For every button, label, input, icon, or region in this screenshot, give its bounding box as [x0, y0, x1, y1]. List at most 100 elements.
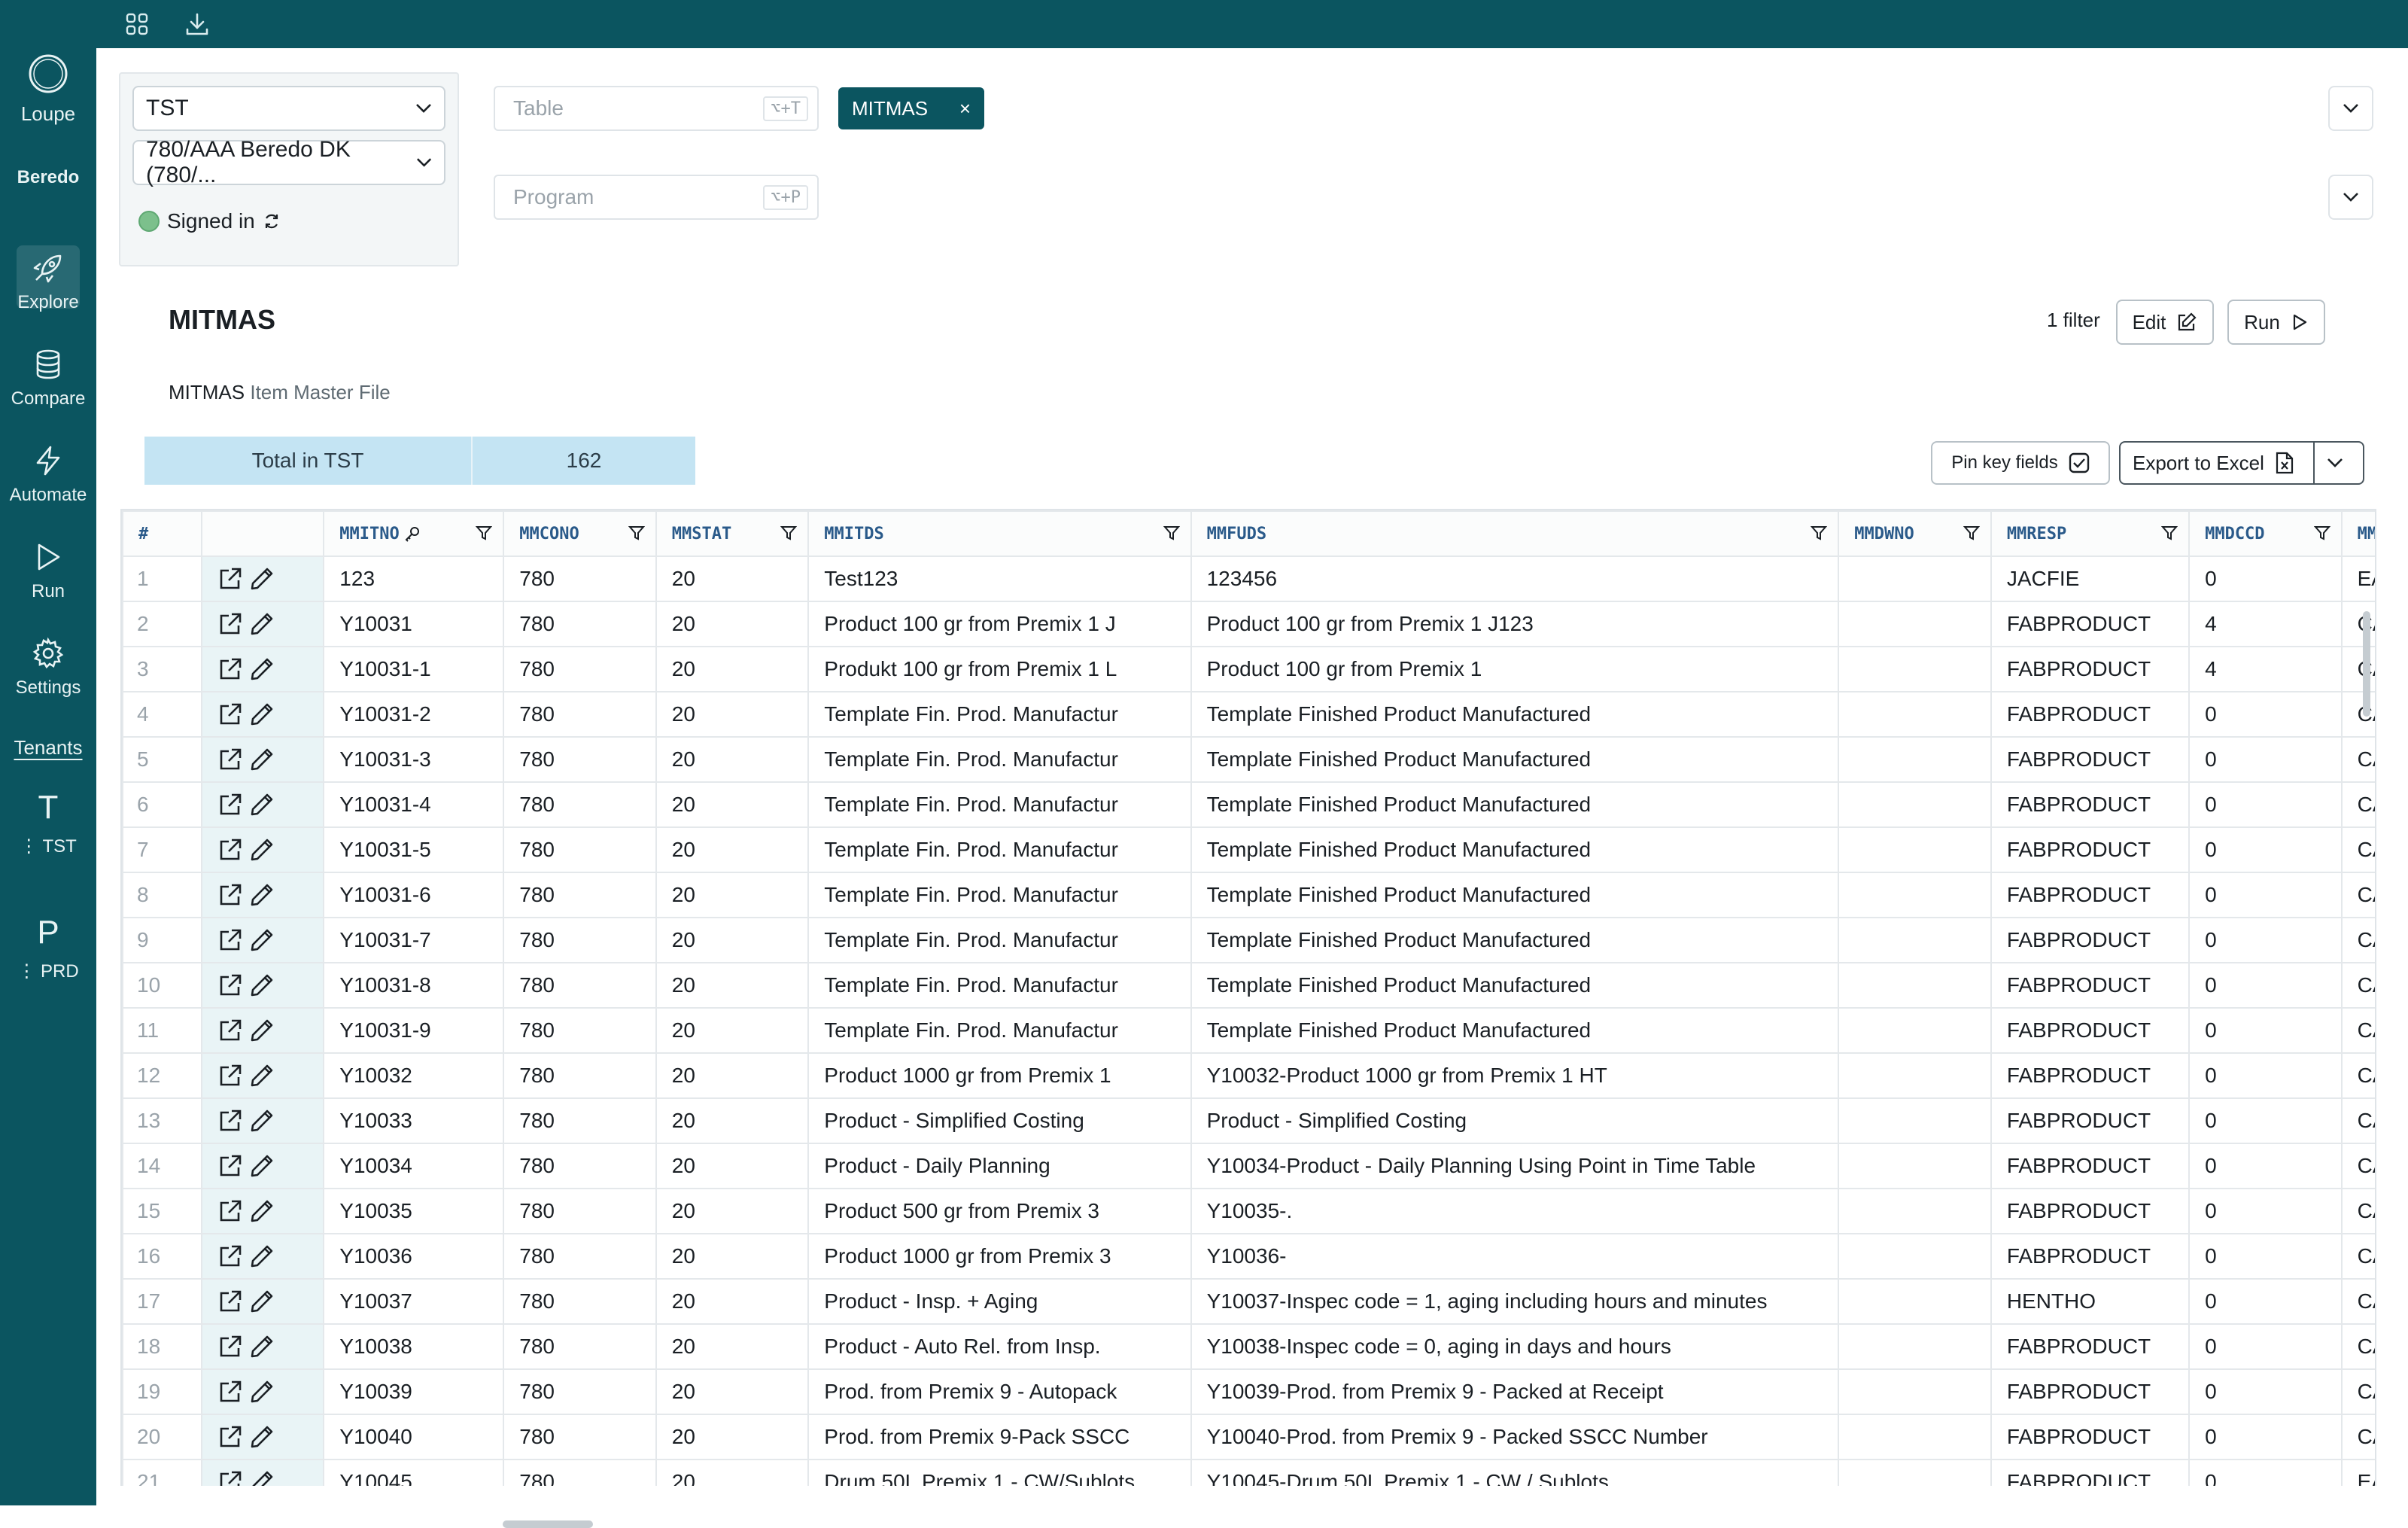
- filter-icon[interactable]: [1163, 525, 1180, 541]
- company-select[interactable]: 780/AAA Beredo DK (780/...: [132, 137, 445, 187]
- pencil-icon[interactable]: [249, 1424, 275, 1450]
- table-row[interactable]: 19 Y10039 780 20 Prod. from Premix 9 - Autop…: [122, 1368, 2375, 1415]
- column-header-mmfuds[interactable]: MMFUDS: [1190, 510, 1840, 557]
- table-row[interactable]: 16 Y10036 780 20 Product 1000 gr from Premix…: [122, 1233, 2375, 1280]
- open-external-icon[interactable]: [217, 1198, 243, 1224]
- pencil-icon[interactable]: [249, 702, 275, 727]
- sidebar-item-compare[interactable]: Compare: [0, 348, 96, 409]
- edit-button[interactable]: Edit: [2116, 300, 2214, 345]
- filter-icon[interactable]: [476, 525, 493, 541]
- open-external-icon[interactable]: [217, 1063, 243, 1088]
- pencil-icon[interactable]: [249, 1334, 275, 1359]
- pencil-icon[interactable]: [249, 1379, 275, 1405]
- pencil-icon[interactable]: [249, 1243, 275, 1269]
- filter-icon[interactable]: [1963, 525, 1980, 541]
- horizontal-scrollbar[interactable]: [503, 1520, 593, 1528]
- column-header-mmdwno[interactable]: MMDWNO: [1838, 510, 1992, 557]
- download-icon[interactable]: [182, 9, 212, 39]
- open-external-icon[interactable]: [217, 882, 243, 908]
- grid-icon[interactable]: [122, 9, 152, 39]
- open-external-icon[interactable]: [217, 747, 243, 772]
- table-row[interactable]: 18 Y10038 780 20 Product - Auto Rel. from In…: [122, 1323, 2375, 1370]
- table-row[interactable]: 17 Y10037 780 20 Product - Insp. + Aging Y100…: [122, 1278, 2375, 1325]
- pencil-icon[interactable]: [249, 1289, 275, 1314]
- open-external-icon[interactable]: [217, 1153, 243, 1179]
- sidebar-item-run[interactable]: Run: [0, 540, 96, 602]
- sidebar-item-settings[interactable]: Settings: [0, 637, 96, 699]
- pencil-icon[interactable]: [249, 837, 275, 863]
- loupe-logo[interactable]: Loupe: [0, 53, 96, 126]
- column-header-mmstat[interactable]: MMSTAT: [655, 510, 810, 557]
- open-external-icon[interactable]: [217, 1243, 243, 1269]
- export-excel-button[interactable]: Export to Excel: [2119, 441, 2364, 485]
- chevron-down-icon[interactable]: [2327, 458, 2343, 468]
- filter-icon[interactable]: [1811, 525, 1828, 541]
- column-header-mmitds[interactable]: MMITDS: [807, 510, 1192, 557]
- table-expand-button[interactable]: [2328, 86, 2373, 131]
- pencil-icon[interactable]: [249, 1198, 275, 1224]
- open-external-icon[interactable]: [217, 702, 243, 727]
- program-search-input[interactable]: Program ⌥+P: [494, 175, 819, 220]
- pencil-icon[interactable]: [249, 882, 275, 908]
- table-row[interactable]: 21 Y10045 780 20 Drum 50L Premix 1 - CW/Subl…: [122, 1459, 2375, 1486]
- open-external-icon[interactable]: [217, 1289, 243, 1314]
- table-row[interactable]: 12 Y10032 780 20 Product 1000 gr from Premix…: [122, 1052, 2375, 1099]
- pencil-icon[interactable]: [249, 1469, 275, 1486]
- table-row[interactable]: 4 Y10031-2 780 20 Template Fin. Prod. Manufa…: [122, 691, 2375, 738]
- table-row[interactable]: 9 Y10031-7 780 20 Template Fin. Prod. Manufa…: [122, 917, 2375, 963]
- sidebar-item-automate[interactable]: Automate: [0, 444, 96, 506]
- open-external-icon[interactable]: [217, 1379, 243, 1405]
- open-external-icon[interactable]: [217, 1469, 243, 1486]
- open-external-icon[interactable]: [217, 1018, 243, 1043]
- refresh-icon[interactable]: [263, 212, 281, 230]
- open-external-icon[interactable]: [217, 927, 243, 953]
- tenant-tst[interactable]: T ⋮ TST: [0, 789, 96, 857]
- table-row[interactable]: 14 Y10034 780 20 Product - Daily Planning Y10…: [122, 1143, 2375, 1189]
- environment-select[interactable]: TST: [132, 86, 445, 131]
- filter-icon[interactable]: [2161, 525, 2178, 541]
- column-header-mmdccd[interactable]: MMDCCD: [2188, 510, 2343, 557]
- table-row[interactable]: 11 Y10031-9 780 20 Template Fin. Prod. Manuf…: [122, 1007, 2375, 1054]
- pencil-icon[interactable]: [249, 1018, 275, 1043]
- table-row[interactable]: 13 Y10033 780 20 Product - Simplified Costin…: [122, 1097, 2375, 1144]
- table-row[interactable]: 10 Y10031-8 780 20 Template Fin. Prod. Manuf…: [122, 962, 2375, 1009]
- pin-key-fields-button[interactable]: Pin key fields: [1931, 441, 2110, 485]
- pencil-icon[interactable]: [249, 747, 275, 772]
- open-external-icon[interactable]: [217, 656, 243, 682]
- table-chip[interactable]: MITMAS ×: [838, 87, 984, 129]
- pencil-icon[interactable]: [249, 1063, 275, 1088]
- column-header-mmresp[interactable]: MMRESP: [1990, 510, 2191, 557]
- table-row[interactable]: 3 Y10031-1 780 20 Produkt 100 gr from Premix…: [122, 646, 2375, 692]
- pencil-icon[interactable]: [249, 611, 275, 637]
- table-row[interactable]: 15 Y10035 780 20 Product 500 gr from Premix …: [122, 1188, 2375, 1234]
- filter-icon[interactable]: [2313, 525, 2330, 541]
- open-external-icon[interactable]: [217, 611, 243, 637]
- pencil-icon[interactable]: [249, 1153, 275, 1179]
- table-search-input[interactable]: Table ⌥+T: [494, 86, 819, 131]
- pencil-icon[interactable]: [249, 927, 275, 953]
- pencil-icon[interactable]: [249, 656, 275, 682]
- table-row[interactable]: 8 Y10031-6 780 20 Template Fin. Prod. Manufa…: [122, 872, 2375, 918]
- sidebar-item-explore[interactable]: Explore: [0, 251, 96, 313]
- table-row[interactable]: 7 Y10031-5 780 20 Template Fin. Prod. Manufa…: [122, 826, 2375, 873]
- table-row[interactable]: 2 Y10031 780 20 Product 100 gr from Premix 1…: [122, 601, 2375, 647]
- pencil-icon[interactable]: [249, 1108, 275, 1134]
- open-external-icon[interactable]: [217, 792, 243, 817]
- column-header-mmun[interactable]: MMUN: [2340, 510, 2375, 557]
- table-row[interactable]: 20 Y10040 780 20 Prod. from Premix 9-Pack SS…: [122, 1414, 2375, 1460]
- open-external-icon[interactable]: [217, 973, 243, 998]
- table-row[interactable]: 1 12378020Test123123456 JACFIE0EA: [122, 555, 2375, 602]
- open-external-icon[interactable]: [217, 1108, 243, 1134]
- table-row[interactable]: 5 Y10031-3 780 20 Template Fin. Prod. Manufa…: [122, 736, 2375, 783]
- pencil-icon[interactable]: [249, 792, 275, 817]
- pencil-icon[interactable]: [249, 566, 275, 592]
- open-external-icon[interactable]: [217, 1424, 243, 1450]
- column-header-mmitno[interactable]: MMITNO: [323, 510, 505, 557]
- chip-close-icon[interactable]: ×: [959, 97, 971, 120]
- run-button[interactable]: Run: [2227, 300, 2325, 345]
- table-row[interactable]: 6 Y10031-4 780 20 Template Fin. Prod. Manufa…: [122, 781, 2375, 828]
- program-expand-button[interactable]: [2328, 175, 2373, 220]
- open-external-icon[interactable]: [217, 837, 243, 863]
- tenant-prd[interactable]: P ⋮ PRD: [0, 914, 96, 982]
- filter-icon[interactable]: [628, 525, 645, 541]
